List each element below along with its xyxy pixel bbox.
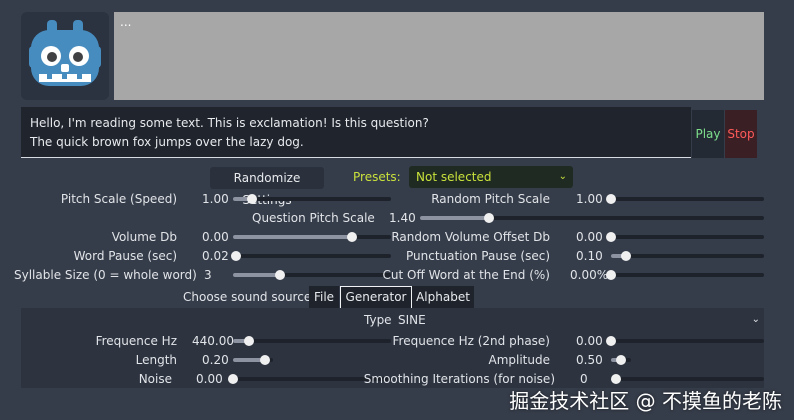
amplitude-value: 0.50 (576, 353, 603, 367)
type-label: Type (364, 313, 392, 327)
frequence-2nd-label: Frequence Hz (2nd phase) (392, 334, 550, 348)
app-logo (21, 12, 109, 100)
slider-track (616, 377, 764, 381)
presets-dropdown[interactable]: Not selected ⌄ (409, 166, 573, 188)
smoothing-label: Smoothing Iterations (for noise) (363, 372, 555, 386)
cut-off-slider[interactable] (606, 267, 764, 283)
tab-file[interactable]: File (309, 286, 339, 308)
syllable-size-label: Syllable Size (0 = whole word) (14, 268, 197, 282)
slider-grabber[interactable] (243, 336, 254, 346)
amplitude-label: Amplitude (488, 353, 551, 367)
slider-grabber[interactable] (246, 194, 257, 204)
pitch-scale-slider[interactable] (233, 191, 391, 207)
text-input[interactable]: Hello, I'm reading some text. This is ex… (21, 107, 691, 158)
smoothing-value: 0 (580, 372, 588, 386)
question-pitch-value: 1.40 (389, 211, 416, 225)
punctuation-pause-label: Punctuation Pause (sec) (406, 249, 550, 263)
frequence-2nd-value: 0.00 (576, 334, 603, 348)
frequence-2nd-slider[interactable] (606, 333, 764, 349)
noise-value: 0.00 (196, 372, 223, 386)
slider-track (233, 254, 391, 258)
text-line-1: Hello, I'm reading some text. This is ex… (30, 116, 429, 130)
syllable-size-slider[interactable] (233, 267, 391, 283)
word-pause-label: Word Pause (sec) (73, 249, 177, 263)
random-pitch-label: Random Pitch Scale (431, 192, 550, 206)
slider-grabber[interactable] (621, 251, 632, 261)
slider-grabber[interactable] (611, 374, 621, 384)
sound-source-label: Choose sound source: (183, 290, 316, 304)
cut-off-value: 0.00% (570, 268, 609, 282)
slider-fill (233, 273, 281, 277)
slider-grabber[interactable] (260, 355, 270, 365)
slider-grabber[interactable] (231, 251, 242, 261)
slider-fill (233, 235, 352, 239)
stop-button[interactable]: Stop (725, 110, 757, 158)
tab-generator[interactable]: Generator (340, 286, 412, 310)
syllable-size-value: 3 (204, 268, 212, 282)
punctuation-pause-value: 0.10 (576, 249, 603, 263)
output-text: ... (120, 15, 132, 29)
random-volume-value: 0.00 (576, 230, 603, 244)
slider-grabber[interactable] (606, 336, 616, 346)
slider-grabber[interactable] (606, 194, 616, 204)
noise-label: Noise (138, 372, 172, 386)
chevron-down-icon: ⌄ (558, 171, 567, 182)
random-volume-slider[interactable] (606, 229, 764, 245)
slider-grabber[interactable] (228, 374, 238, 384)
question-pitch-slider[interactable] (420, 210, 764, 226)
text-line-2: The quick brown fox jumps over the lazy … (30, 135, 304, 149)
frequence-label: Frequence Hz (95, 334, 177, 348)
slider-grabber[interactable] (275, 270, 286, 280)
punctuation-pause-slider[interactable] (611, 248, 764, 264)
volume-db-slider[interactable] (233, 229, 391, 245)
slider-grabber[interactable] (616, 355, 626, 365)
slider-grabber[interactable] (606, 232, 616, 242)
volume-db-value: 0.00 (202, 230, 229, 244)
output-display: ... (114, 12, 764, 100)
slider-track (611, 339, 764, 343)
slider-grabber[interactable] (606, 270, 616, 280)
tab-alphabet[interactable]: Alphabet (412, 286, 474, 308)
slider-grabber[interactable] (483, 213, 494, 223)
chevron-down-icon: ⌄ (751, 314, 760, 325)
frequence-value: 440.00 (192, 334, 234, 348)
slider-grabber[interactable] (346, 232, 357, 242)
question-pitch-label: Question Pitch Scale (252, 211, 375, 225)
randomize-settings-button[interactable]: Randomize Settings (210, 167, 324, 207)
word-pause-value: 0.02 (202, 249, 229, 263)
word-pause-slider[interactable] (231, 248, 391, 264)
random-volume-label: Random Volume Offset Db (391, 230, 550, 244)
cut-off-label: Cut Off Word at the End (%) (382, 268, 550, 282)
pitch-scale-value: 1.00 (202, 192, 229, 206)
slider-track (611, 254, 764, 258)
length-slider[interactable] (233, 352, 273, 368)
amplitude-slider[interactable] (611, 352, 631, 368)
godot-robot-icon (29, 20, 101, 86)
type-value: SINE (398, 313, 426, 327)
presets-label: Presets: (353, 170, 401, 184)
smoothing-slider[interactable] (611, 371, 764, 387)
random-pitch-slider[interactable] (606, 191, 764, 207)
frequence-slider[interactable] (233, 333, 391, 349)
slider-track (611, 273, 764, 277)
slider-track (611, 197, 764, 201)
slider-fill (420, 216, 489, 220)
slider-track (233, 339, 391, 343)
random-pitch-value: 1.00 (576, 192, 603, 206)
length-label: Length (135, 353, 177, 367)
play-button[interactable]: Play (692, 110, 724, 158)
watermark: 掘金技术社区 @ 不摸鱼的老陈 (509, 389, 782, 413)
pitch-scale-label: Pitch Scale (Speed) (60, 192, 177, 206)
length-value: 0.20 (202, 353, 229, 367)
presets-selected: Not selected (416, 170, 492, 184)
type-dropdown[interactable]: SINE ⌄ (394, 310, 764, 330)
volume-db-label: Volume Db (111, 230, 177, 244)
slider-track (611, 235, 764, 239)
